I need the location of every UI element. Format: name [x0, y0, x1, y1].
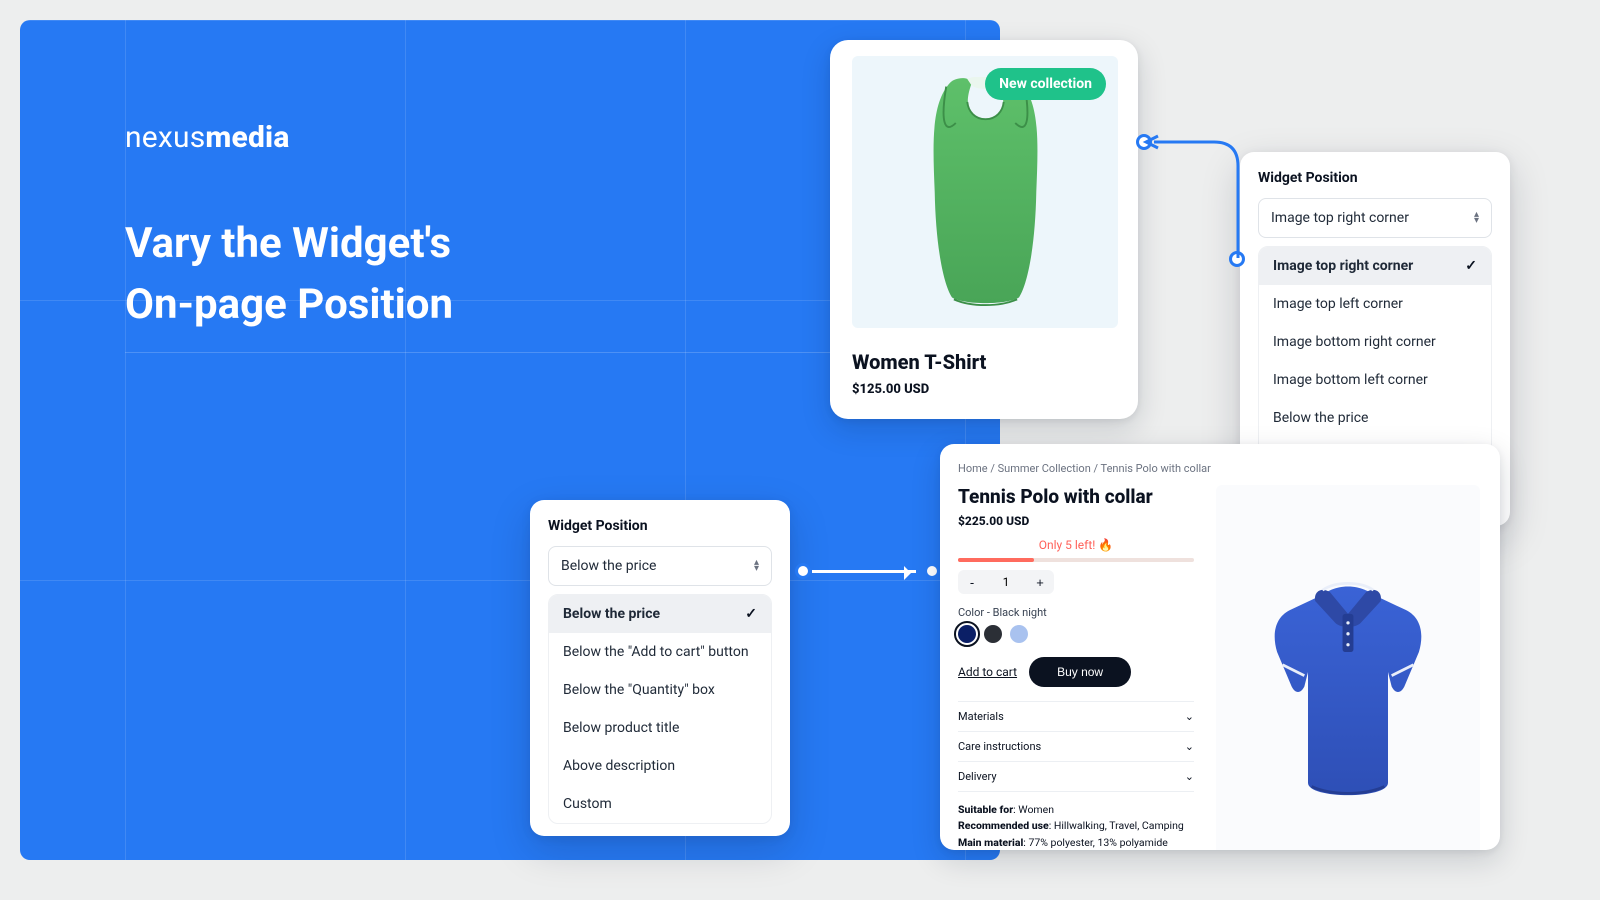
- menu-item[interactable]: Image bottom left corner: [1259, 361, 1491, 399]
- connector-arrow: [1140, 136, 1250, 266]
- buy-now-button[interactable]: Buy now: [1029, 657, 1131, 687]
- check-icon: ✓: [745, 606, 757, 622]
- menu-item[interactable]: Image bottom right corner: [1259, 323, 1491, 361]
- select-value: Image top right corner: [1271, 210, 1409, 226]
- menu-item-label: Below the price: [563, 606, 660, 622]
- accordion: Materials ⌄ Care instructions ⌄ Delivery ⌄: [958, 701, 1194, 792]
- accordion-label: Delivery: [958, 770, 997, 783]
- add-to-cart-link[interactable]: Add to cart: [958, 665, 1017, 679]
- menu-item[interactable]: Image top right corner ✓: [1259, 247, 1491, 285]
- widget-position-select[interactable]: Below the price ▴▾: [548, 546, 772, 586]
- product-price: $225.00 USD: [958, 514, 1194, 528]
- menu-item-label: Image bottom left corner: [1273, 372, 1428, 388]
- product-title: Women T-Shirt: [852, 350, 1118, 374]
- connector-dot: [795, 563, 811, 579]
- product-card-tshirt: New collection Women T-Shirt $125.00: [830, 40, 1138, 419]
- accordion-row[interactable]: Materials ⌄: [958, 701, 1194, 731]
- menu-item-label: Image top right corner: [1273, 258, 1413, 274]
- menu-item[interactable]: Below the "Add to cart" button: [549, 633, 771, 671]
- menu-item-label: Below the price: [1273, 410, 1368, 426]
- menu-item[interactable]: Above description: [549, 747, 771, 785]
- accordion-label: Materials: [958, 710, 1004, 723]
- popover-label: Widget Position: [1258, 170, 1492, 186]
- color-swatches: [958, 625, 1194, 643]
- menu-item[interactable]: Custom: [549, 785, 771, 823]
- brand-logo-light: nexus: [125, 120, 205, 155]
- chevron-down-icon: ⌄: [1185, 710, 1194, 723]
- menu-item-label: Below the "Add to cart" button: [563, 644, 749, 660]
- breadcrumb: Home / Summer Collection / Tennis Polo w…: [958, 462, 1480, 475]
- accordion-label: Care instructions: [958, 740, 1041, 753]
- product-title: Tennis Polo with collar: [958, 485, 1194, 508]
- color-swatch[interactable]: [984, 625, 1002, 643]
- check-icon: ✓: [1465, 258, 1477, 274]
- product-image-area: [1216, 485, 1480, 850]
- widget-position-select[interactable]: Image top right corner ▴▾: [1258, 198, 1492, 238]
- menu-item-label: Below product title: [563, 720, 679, 736]
- accordion-row[interactable]: Care instructions ⌄: [958, 731, 1194, 761]
- menu-item-label: Below the "Quantity" box: [563, 682, 715, 698]
- qty-increase-button[interactable]: +: [1026, 570, 1054, 594]
- menu-item[interactable]: Below product title: [549, 709, 771, 747]
- product-price: $125.00 USD: [852, 382, 1118, 397]
- menu-item[interactable]: Below the price: [1259, 399, 1491, 437]
- new-collection-badge: New collection: [985, 68, 1106, 100]
- qty-decrease-button[interactable]: -: [958, 570, 986, 594]
- popover-label: Widget Position: [548, 518, 772, 534]
- brand-logo-bold: media: [205, 120, 289, 155]
- stock-alert: Only 5 left! 🔥: [958, 538, 1194, 552]
- chevron-down-icon: ⌄: [1185, 770, 1194, 783]
- tshirt-image: [903, 77, 1068, 307]
- select-value: Below the price: [561, 558, 656, 574]
- quantity-stepper[interactable]: - 1 +: [958, 570, 1054, 594]
- specs-block: Suitable for: Women Recommended use: Hil…: [958, 802, 1194, 850]
- menu-item[interactable]: Below the "Quantity" box: [549, 671, 771, 709]
- widget-position-popover-left: Widget Position Below the price ▴▾ Below…: [530, 500, 790, 836]
- accordion-row[interactable]: Delivery ⌄: [958, 761, 1194, 792]
- polo-image: [1248, 562, 1448, 822]
- brand-logo: nexusmedia: [125, 120, 290, 155]
- select-stepper-icon: ▴▾: [754, 560, 759, 572]
- title-divider: [125, 352, 915, 353]
- stock-bar: [958, 558, 1194, 562]
- page-title: Vary the Widget's On-page Position: [125, 214, 453, 336]
- widget-position-menu: Below the price ✓ Below the "Add to cart…: [548, 594, 772, 824]
- menu-item-label: Above description: [563, 758, 675, 774]
- color-swatch[interactable]: [958, 625, 976, 643]
- connector-dot: [924, 563, 940, 579]
- color-label: Color - Black night: [958, 606, 1194, 619]
- menu-item-label: Image bottom right corner: [1273, 334, 1436, 350]
- select-stepper-icon: ▴▾: [1474, 212, 1479, 224]
- menu-item[interactable]: Image top left corner: [1259, 285, 1491, 323]
- connector-arrow: [812, 570, 916, 573]
- product-page-card: Home / Summer Collection / Tennis Polo w…: [940, 444, 1500, 850]
- menu-item-label: Image top left corner: [1273, 296, 1403, 312]
- qty-value: 1: [986, 575, 1026, 589]
- product-image-area: New collection: [852, 56, 1118, 328]
- menu-item-label: Custom: [563, 796, 612, 812]
- menu-item[interactable]: Below the price ✓: [549, 595, 771, 633]
- color-swatch[interactable]: [1010, 625, 1028, 643]
- chevron-down-icon: ⌄: [1185, 740, 1194, 753]
